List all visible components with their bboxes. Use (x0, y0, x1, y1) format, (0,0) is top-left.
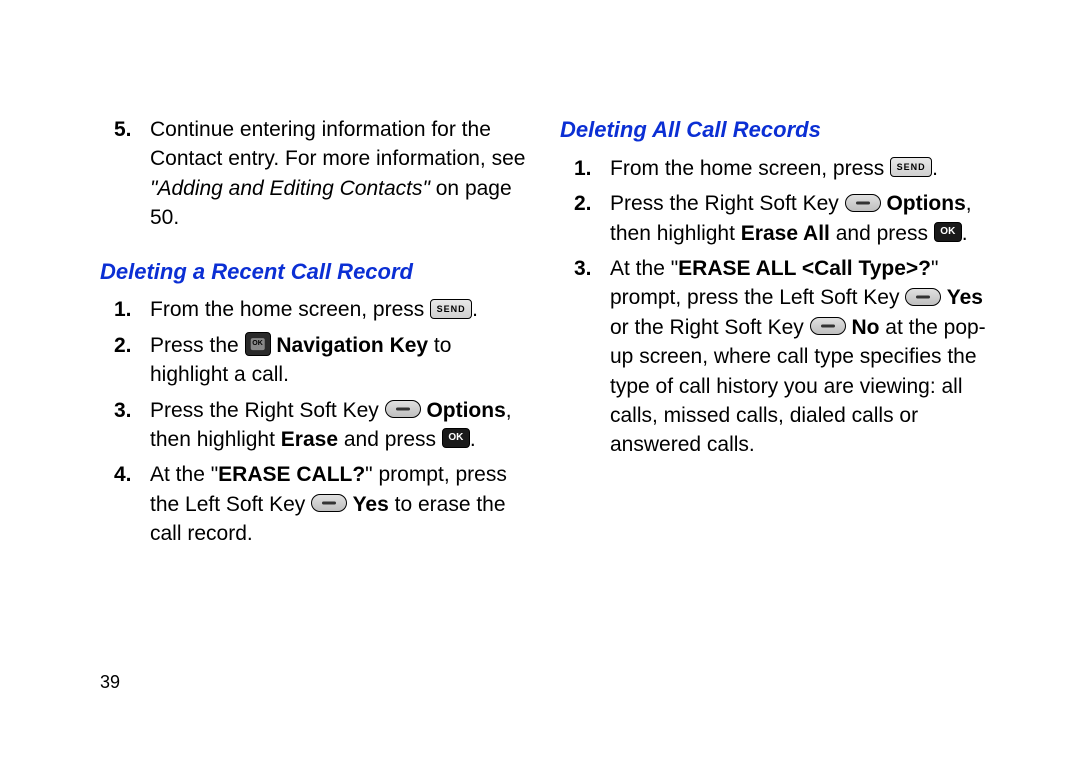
item-number: 2. (100, 331, 142, 396)
item-number: 3. (560, 254, 602, 466)
item-number: 5. (100, 115, 142, 239)
text: and press (338, 428, 442, 451)
item-text: From the home screen, press SEND. (142, 295, 530, 330)
prompt-text: ERASE ALL <Call Type>? (678, 257, 931, 280)
text: At the " (610, 257, 678, 280)
text: At the " (150, 463, 218, 486)
ordered-list: 1. From the home screen, press SEND. 2. … (560, 154, 990, 466)
item-text: From the home screen, press SEND. (602, 154, 990, 189)
text: . (472, 298, 478, 321)
list-item: 3. At the "ERASE ALL <Call Type>?" promp… (560, 254, 990, 466)
soft-key-icon (845, 194, 881, 212)
soft-key-icon (905, 288, 941, 306)
ok-key-icon: OK (442, 428, 470, 448)
item-text: Press the Navigation Key to highlight a … (142, 331, 530, 396)
text: Press the Right Soft Key (610, 192, 845, 215)
list-item: 4. At the "ERASE CALL?" prompt, press th… (100, 460, 530, 554)
manual-page: 5. Continue entering information for the… (0, 0, 1080, 771)
key-name: Navigation Key (271, 334, 429, 357)
soft-key-icon (311, 494, 347, 512)
prompt-text: ERASE CALL? (218, 463, 365, 486)
key-name: Options (421, 399, 506, 422)
list-item: 2. Press the Right Soft Key Options, the… (560, 189, 990, 254)
list-item: 3. Press the Right Soft Key Options, the… (100, 396, 530, 461)
item-number: 4. (100, 460, 142, 554)
continued-list: 5. Continue entering information for the… (100, 115, 530, 239)
text: From the home screen, press (610, 157, 890, 180)
item-number: 3. (100, 396, 142, 461)
item-number: 2. (560, 189, 602, 254)
soft-key-icon (810, 317, 846, 335)
right-column: Deleting All Call Records 1. From the ho… (560, 115, 990, 554)
item-number: 1. (100, 295, 142, 330)
text: or the Right Soft Key (610, 316, 810, 339)
text: From the home screen, press (150, 298, 430, 321)
key-name: Yes (347, 493, 389, 516)
left-column: 5. Continue entering information for the… (100, 115, 530, 554)
text: Continue entering information for the Co… (150, 118, 525, 170)
text: Press the Right Soft Key (150, 399, 385, 422)
list-item: 1. From the home screen, press SEND. (560, 154, 990, 189)
key-name: No (846, 316, 880, 339)
page-number: 39 (100, 672, 120, 693)
list-item: 1. From the home screen, press SEND. (100, 295, 530, 330)
menu-item: Erase (281, 428, 338, 451)
section-heading: Deleting a Recent Call Record (100, 257, 530, 288)
cross-reference: "Adding and Editing Contacts" (150, 177, 430, 200)
two-column-layout: 5. Continue entering information for the… (100, 115, 1010, 554)
ok-key-icon: OK (934, 222, 962, 242)
item-text: Press the Right Soft Key Options, then h… (142, 396, 530, 461)
text: and press (830, 222, 934, 245)
item-text: Continue entering information for the Co… (142, 115, 530, 239)
ordered-list: 1. From the home screen, press SEND. 2. … (100, 295, 530, 554)
navigation-key-icon (245, 332, 271, 356)
send-key-icon: SEND (890, 157, 932, 177)
key-name: Yes (941, 286, 983, 309)
key-name: Options (881, 192, 966, 215)
list-item: 5. Continue entering information for the… (100, 115, 530, 239)
section-heading: Deleting All Call Records (560, 115, 990, 146)
send-key-icon: SEND (430, 299, 472, 319)
item-number: 1. (560, 154, 602, 189)
text: Press the (150, 334, 245, 357)
item-text: At the "ERASE CALL?" prompt, press the L… (142, 460, 530, 554)
text: . (932, 157, 938, 180)
item-text: Press the Right Soft Key Options, then h… (602, 189, 990, 254)
item-text: At the "ERASE ALL <Call Type>?" prompt, … (602, 254, 990, 466)
menu-item: Erase All (741, 222, 830, 245)
text: . (962, 222, 968, 245)
text: . (470, 428, 476, 451)
list-item: 2. Press the Navigation Key to highlight… (100, 331, 530, 396)
soft-key-icon (385, 400, 421, 418)
